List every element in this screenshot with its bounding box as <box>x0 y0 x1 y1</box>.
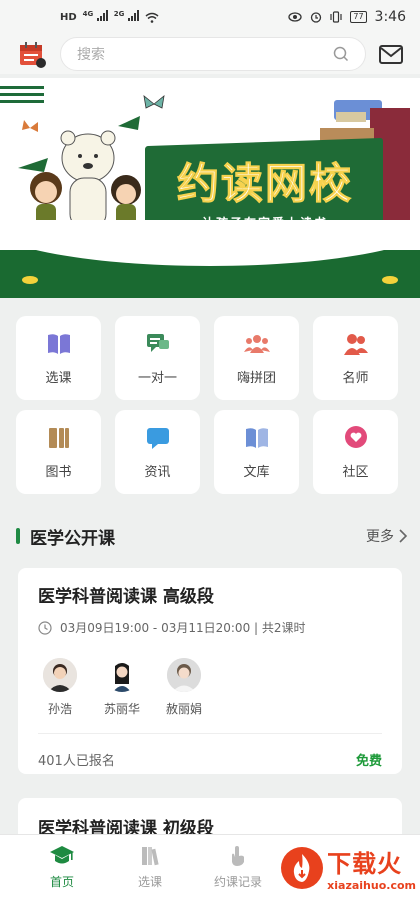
signal-4g: 4G <box>83 10 108 24</box>
nav-label: 首页 <box>49 875 74 889</box>
watermark: 下载火 xiazaihuo.com <box>281 844 416 892</box>
signal-bars-icon <box>127 10 139 21</box>
carousel-dot[interactable] <box>22 276 38 284</box>
clock-icon <box>38 620 52 635</box>
avatar <box>105 658 139 692</box>
nav-item-home[interactable]: 首页 <box>18 845 106 890</box>
signal-2g: 2G <box>114 10 139 24</box>
avatar <box>167 658 201 692</box>
grid-label: 图书 <box>45 464 72 480</box>
search-bar[interactable]: 搜索 <box>60 37 366 71</box>
course-card[interactable]: 医学科普阅读课 高级段 03月09日19:00 - 03月11日20:00 | … <box>18 568 402 774</box>
nav-item-bookings[interactable]: 约课记录 <box>194 845 282 890</box>
grid-label: 嗨拼团 <box>236 370 276 386</box>
library-icon <box>245 427 268 448</box>
search-icon <box>333 46 349 62</box>
vibrate-icon <box>330 11 342 23</box>
heart-bubble-icon <box>344 425 367 448</box>
price-label: 免费 <box>355 754 382 769</box>
more-label: 更多 <box>366 529 394 545</box>
teacher-name: 赦丽娟 <box>165 702 202 716</box>
chat-icon <box>146 333 169 352</box>
teacher-icon <box>343 333 368 355</box>
teacher-list: 孙浩 苏丽华 赦丽娟 <box>38 658 382 717</box>
grid-label: 资讯 <box>144 464 171 480</box>
carousel-dot[interactable] <box>382 276 398 284</box>
grid-label: 一对一 <box>137 370 177 386</box>
search-placeholder: 搜索 <box>77 47 105 63</box>
section-accent-bar <box>16 528 20 544</box>
grid-label: 名师 <box>342 370 369 386</box>
signal-bars-icon <box>96 10 108 21</box>
chevron-right-icon <box>399 529 408 543</box>
nav-label: 选课 <box>137 875 162 889</box>
hand-pointer-icon <box>232 846 244 866</box>
flame-logo-icon <box>281 847 324 889</box>
graduation-cap-icon <box>50 846 74 864</box>
course-time-row: 03月09日19:00 - 03月11日20:00 | 共2课时 <box>38 619 382 636</box>
grid-label: 文库 <box>243 464 270 480</box>
network-label: HD <box>60 11 77 23</box>
book-icon <box>47 333 70 354</box>
alarm-icon <box>311 12 322 23</box>
course-title: 医学科普阅读课 高级段 <box>38 587 214 607</box>
grid-label: 社区 <box>342 464 369 480</box>
status-bar: HD 4G 2G 77 3:46 <box>0 0 420 34</box>
butterfly-icon <box>143 95 165 109</box>
books-icon <box>142 847 159 866</box>
watermark-text: 下载火 xiazaihuo.com <box>327 844 416 892</box>
kids-illustration <box>18 116 141 230</box>
teacher-name: 孙浩 <box>47 702 72 716</box>
more-link[interactable]: 更多 <box>366 526 408 546</box>
status-left: HD 4G 2G <box>60 10 159 24</box>
section-title-group: 医学公开课 <box>16 524 115 549</box>
teacher-item[interactable]: 赦丽娟 <box>162 658 206 717</box>
card-footer: 401人已报名 免费 <box>38 750 382 769</box>
section-header: 医学公开课 更多 <box>16 522 408 550</box>
clock: 3:46 <box>374 9 406 25</box>
calendar-icon[interactable] <box>16 38 48 70</box>
wifi-icon <box>145 12 159 23</box>
grid-item-group-buy[interactable]: 嗨拼团 <box>214 316 299 400</box>
card-divider <box>38 733 382 734</box>
watermark-url: xiazaihuo.com <box>327 879 416 892</box>
books-icon <box>48 427 69 448</box>
banner-title: 约读网校 <box>176 159 353 209</box>
nav-item-courses[interactable]: 选课 <box>106 845 194 890</box>
mail-icon[interactable] <box>378 41 404 67</box>
teacher-item[interactable]: 孙浩 <box>38 658 82 717</box>
section-title: 医学公开课 <box>30 528 115 549</box>
enrolled-count: 401人已报名 <box>38 754 115 769</box>
teacher-item[interactable]: 苏丽华 <box>100 658 144 717</box>
header: 搜索 <box>0 34 420 74</box>
grid-item-books[interactable]: 图书 <box>16 410 101 494</box>
grid-item-one-on-one[interactable]: 一对一 <box>115 316 200 400</box>
course-time: 03月09日19:00 - 03月11日20:00 | 共2课时 <box>60 621 306 635</box>
grid-item-community[interactable]: 社区 <box>313 410 398 494</box>
banner-ground <box>0 220 420 298</box>
feature-grid: 选课 一对一 嗨拼团 名师 图书 资讯 文库 社区 <box>16 316 404 494</box>
status-right: 77 3:46 <box>288 9 406 25</box>
battery-indicator: 77 <box>350 11 367 23</box>
grid-item-famous-teacher[interactable]: 名师 <box>313 316 398 400</box>
watermark-title: 下载火 <box>327 850 403 878</box>
promo-banner[interactable]: 约读网校 让孩子在家爱上读书 <box>0 78 420 298</box>
grid-item-library[interactable]: 文库 <box>214 410 299 494</box>
group-icon <box>243 334 270 353</box>
eye-icon <box>288 12 303 22</box>
grid-label: 选课 <box>45 370 72 386</box>
nav-label: 约课记录 <box>213 875 262 889</box>
teacher-name: 苏丽华 <box>103 702 140 716</box>
grid-item-select-course[interactable]: 选课 <box>16 316 101 400</box>
grid-item-news[interactable]: 资讯 <box>115 410 200 494</box>
message-icon <box>146 427 169 449</box>
avatar <box>43 658 77 692</box>
